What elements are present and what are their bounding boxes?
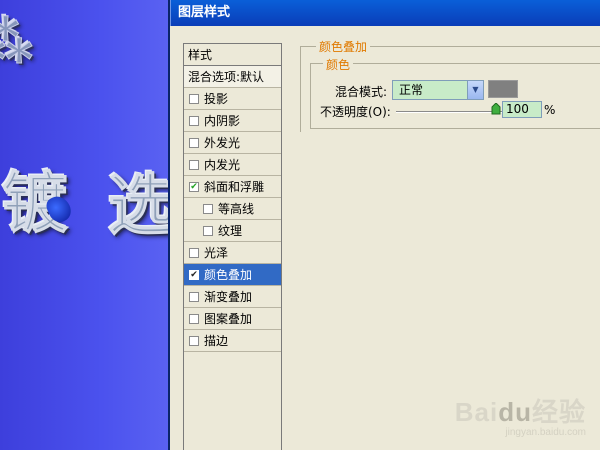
style-list-header[interactable]: 样式 <box>184 44 281 66</box>
style-item-label: 外发光 <box>204 136 241 150</box>
checkbox-contour[interactable] <box>203 204 213 214</box>
style-item-label: 图案叠加 <box>204 312 253 326</box>
style-item-label: 投影 <box>204 92 229 106</box>
blend-mode-label: 混合模式: <box>335 85 388 99</box>
layer-style-dialog: 图层样式 样式 混合选项:默认 投影 内阴影 外发光 内发光 ✔ 斜面和浮雕 等… <box>168 0 600 450</box>
checkbox-inner-shadow[interactable] <box>189 116 199 126</box>
checkbox-stroke[interactable] <box>189 336 199 346</box>
style-item-label: 渐变叠加 <box>204 290 253 304</box>
style-item-stroke[interactable]: 描边 <box>184 330 281 352</box>
style-item-outer-glow[interactable]: 外发光 <box>184 132 281 154</box>
canvas-preview: ⁂ 镀 选 <box>0 0 170 450</box>
checkbox-inner-glow[interactable] <box>189 160 199 170</box>
style-item-label: 斜面和浮雕 <box>204 180 265 194</box>
style-item-satin[interactable]: 光泽 <box>184 242 281 264</box>
checkbox-color-overlay[interactable]: ✔ <box>189 270 199 280</box>
style-item-inner-shadow[interactable]: 内阴影 <box>184 110 281 132</box>
opacity-input[interactable]: 100 <box>502 101 542 118</box>
checkbox-satin[interactable] <box>189 248 199 258</box>
checkbox-drop-shadow[interactable] <box>189 94 199 104</box>
blend-options-item[interactable]: 混合选项:默认 <box>184 66 281 88</box>
dialog-title: 图层样式 <box>170 0 600 26</box>
style-item-label: 等高线 <box>218 202 255 216</box>
checkbox-pattern-overlay[interactable] <box>189 314 199 324</box>
style-item-gradient-overlay[interactable]: 渐变叠加 <box>184 286 281 308</box>
color-overlay-title: 颜色叠加 <box>316 38 371 55</box>
canvas-glyph-partial: ⁂ <box>0 10 34 75</box>
style-item-label: 描边 <box>204 334 229 348</box>
style-list: 样式 混合选项:默认 投影 内阴影 外发光 内发光 ✔ 斜面和浮雕 等高线 纹理 <box>183 43 282 450</box>
style-item-inner-glow[interactable]: 内发光 <box>184 154 281 176</box>
opacity-slider-track[interactable] <box>396 111 502 113</box>
style-item-texture[interactable]: 纹理 <box>184 220 281 242</box>
checkbox-bevel-emboss[interactable]: ✔ <box>189 182 199 192</box>
style-item-label: 颜色叠加 <box>204 268 253 282</box>
watermark-logo: Baidu经验 <box>454 397 586 427</box>
style-item-drop-shadow[interactable]: 投影 <box>184 88 281 110</box>
canvas-glyph-2: 选 <box>108 166 171 245</box>
checkbox-gradient-overlay[interactable] <box>189 292 199 302</box>
style-item-label: 内发光 <box>204 158 241 172</box>
style-item-label: 光泽 <box>204 246 229 260</box>
style-item-color-overlay[interactable]: ✔ 颜色叠加 <box>184 264 281 286</box>
chevron-down-icon[interactable]: ▼ <box>467 81 483 99</box>
checkbox-outer-glow[interactable] <box>189 138 199 148</box>
opacity-label: 不透明度(O): <box>320 105 391 119</box>
style-item-contour[interactable]: 等高线 <box>184 198 281 220</box>
baidu-watermark: Baidu经验 jingyan.baidu.com <box>455 392 586 438</box>
opacity-slider-thumb[interactable] <box>491 103 501 115</box>
style-item-label: 纹理 <box>218 224 243 238</box>
color-subgroup-title: 颜色 <box>323 56 354 73</box>
style-item-pattern-overlay[interactable]: 图案叠加 <box>184 308 281 330</box>
checkbox-texture[interactable] <box>203 226 213 236</box>
style-item-label: 内阴影 <box>204 114 241 128</box>
opacity-unit: % <box>544 103 556 117</box>
style-item-bevel-emboss[interactable]: ✔ 斜面和浮雕 <box>184 176 281 198</box>
overlay-color-swatch[interactable] <box>488 80 518 98</box>
